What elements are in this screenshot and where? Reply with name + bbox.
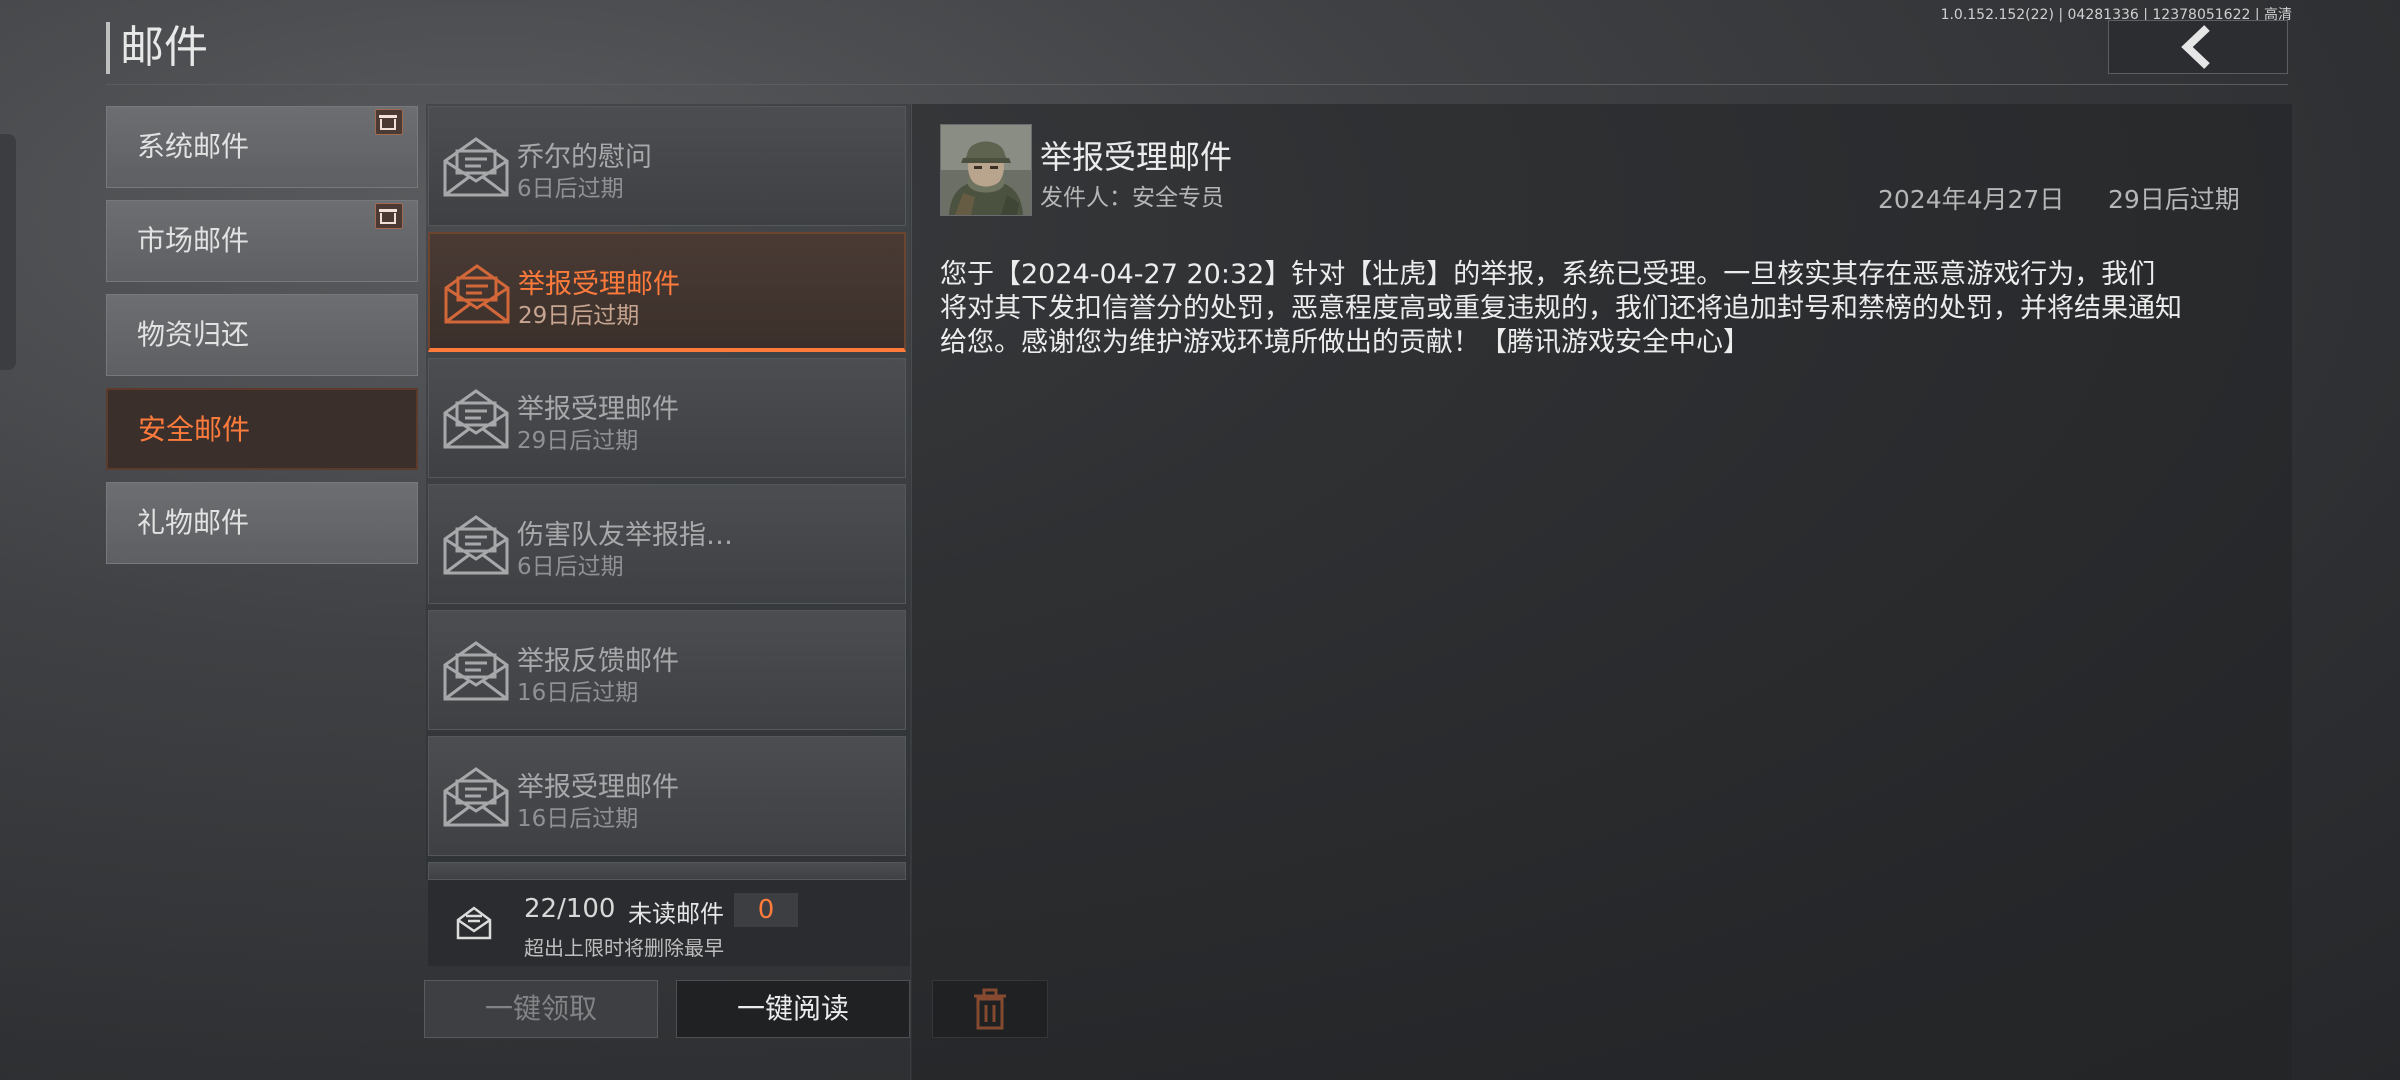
mail-count: 22/100 [524,894,616,924]
gift-icon [375,203,403,229]
mail-item[interactable]: 乔尔的慰问 6日后过期 [428,106,906,226]
mail-expiry: 29日后过期 [517,428,639,454]
header-divider [106,84,2288,85]
envelope-open-icon [443,389,509,449]
envelope-stack-icon [456,906,492,940]
mail-detail-expiry: 29日后过期 [2108,185,2240,214]
category-label: 安全邮件 [138,413,251,446]
mail-list[interactable]: 乔尔的慰问 6日后过期 举报受理邮件 29日后过期 举报受理邮件 29日后过期 [426,104,910,880]
back-button[interactable] [2108,20,2288,74]
mail-counter: 22/100 未读邮件 0 超出上限时将删除最早 [428,880,910,966]
soldier-avatar-image [941,125,1031,215]
chevron-left-icon [2181,25,2210,69]
category-label: 礼物邮件 [137,506,250,539]
mail-detail-title: 举报受理邮件 [1040,138,1233,176]
mail-item[interactable]: 举报受理邮件 16日后过期 [428,736,906,856]
read-all-button[interactable]: 一键阅读 [676,980,910,1038]
category-label: 系统邮件 [137,130,250,163]
mail-expiry: 6日后过期 [517,554,624,580]
envelope-open-icon [443,767,509,827]
category-label: 物资归还 [137,318,250,351]
mail-detail-body: 您于【2024-04-27 20:32】针对【壮虎】的举报，系统已受理。一旦核实… [940,259,2182,358]
mail-expiry: 6日后过期 [517,176,624,202]
unread-label: 未读邮件 [628,900,724,928]
mail-detail-panel [912,104,2292,1080]
mail-detail-date: 2024年4月27日 [1878,185,2065,214]
sender-avatar [940,124,1032,216]
gift-icon [375,109,403,135]
envelope-open-icon [443,137,509,197]
mail-item[interactable]: 举报受理邮件 29日后过期 [428,232,906,352]
mail-item-partial[interactable] [428,862,906,880]
panel-divider [910,104,911,1080]
mail-expiry: 16日后过期 [517,806,639,832]
left-edge-tab[interactable] [0,134,16,370]
limit-note: 超出上限时将删除最早 [524,936,724,960]
mail-item[interactable]: 举报反馈邮件 16日后过期 [428,610,906,730]
page-title: 邮件 [106,22,208,74]
envelope-open-icon [444,264,510,324]
category-label: 市场邮件 [137,224,250,257]
mail-expiry: 16日后过期 [517,680,639,706]
unread-count: 0 [734,893,798,927]
mail-item[interactable]: 举报受理邮件 29日后过期 [428,358,906,478]
category-market-mail[interactable]: 市场邮件 [106,200,418,282]
category-supply-return[interactable]: 物资归还 [106,294,418,376]
mail-expiry: 29日后过期 [518,303,640,329]
mail-item[interactable]: 伤害队友举报指… 6日后过期 [428,484,906,604]
envelope-open-icon [443,641,509,701]
claim-all-button[interactable]: 一键领取 [424,980,658,1038]
category-security-mail[interactable]: 安全邮件 [106,388,418,470]
mail-detail-sender: 发件人：安全专员 [1040,185,1224,211]
envelope-open-icon [443,515,509,575]
category-gift-mail[interactable]: 礼物邮件 [106,482,418,564]
category-system-mail[interactable]: 系统邮件 [106,106,418,188]
